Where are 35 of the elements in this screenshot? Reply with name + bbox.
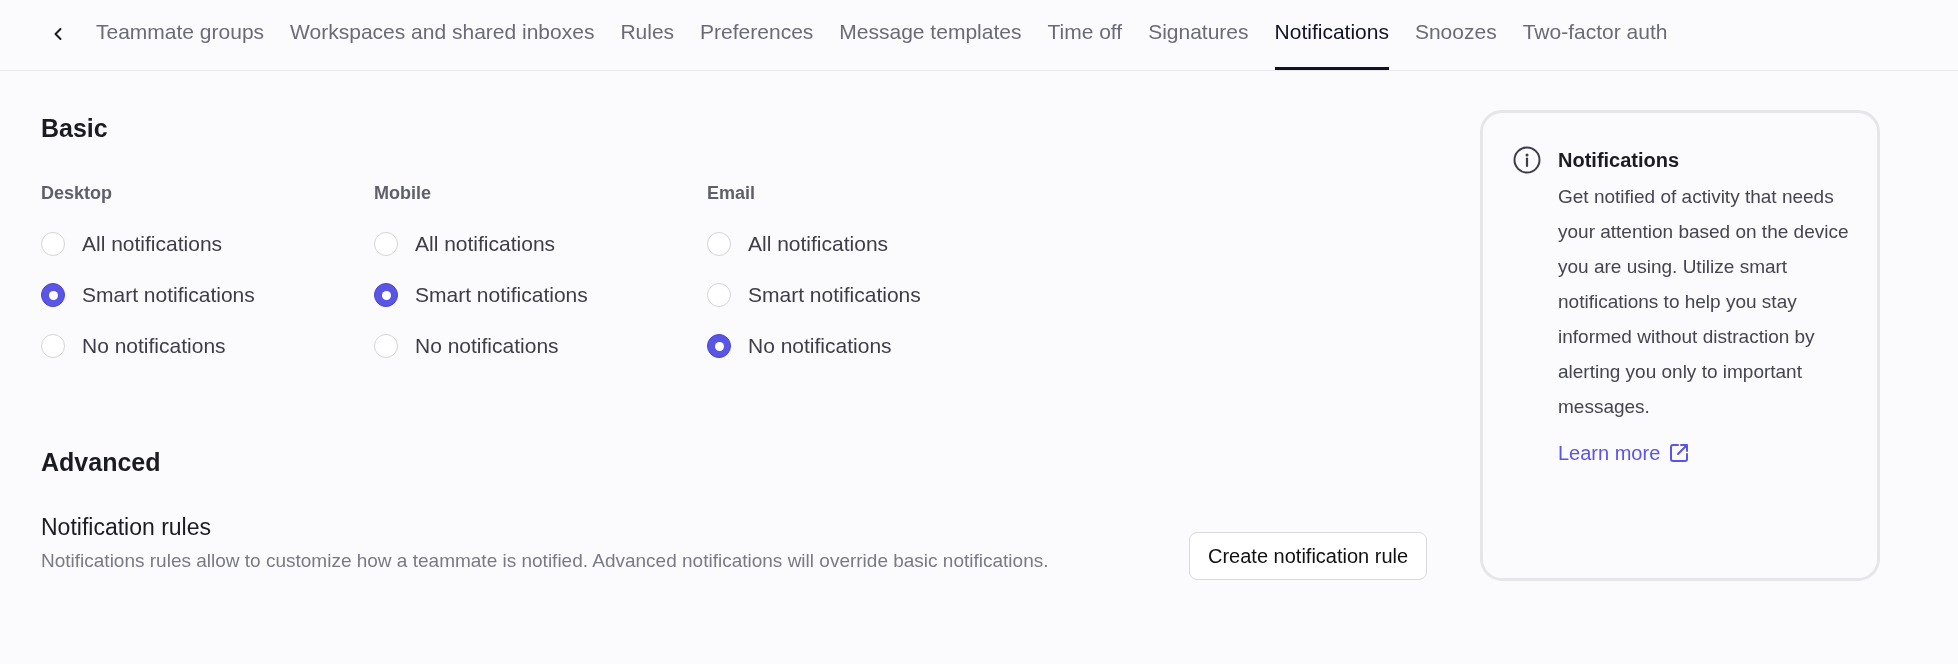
- tab[interactable]: Snoozes: [1414, 15, 1497, 70]
- option-label: Smart notifications: [748, 282, 921, 309]
- option-label: No notifications: [748, 333, 892, 360]
- group-label: Mobile: [374, 181, 432, 205]
- tab[interactable]: Notifications: [1274, 15, 1389, 70]
- card-title: Notifications: [1558, 148, 1680, 173]
- radio-button[interactable]: [41, 283, 65, 307]
- tab[interactable]: Message templates: [839, 15, 1022, 70]
- option-label: No notifications: [82, 333, 226, 360]
- tab[interactable]: Time off: [1047, 15, 1123, 70]
- option-label: Smart notifications: [82, 282, 255, 309]
- radio-button[interactable]: [374, 283, 398, 307]
- section-heading: Basic: [41, 113, 109, 144]
- tab[interactable]: Rules: [620, 15, 675, 70]
- option-label: No notifications: [415, 333, 559, 360]
- tab[interactable]: Teammate groups: [96, 15, 265, 70]
- card-body: Get notified of activity that needs your attention based on the device you are using. Utilize smart notifications to help you stay informed without distraction by alerting you only to important messages.: [1558, 185, 1850, 419]
- group-label: Desktop: [41, 181, 113, 205]
- create-rule-button[interactable]: Create notification rule: [1189, 532, 1428, 580]
- info-icon: [1513, 146, 1541, 174]
- external-link-icon: [1668, 442, 1691, 464]
- option-label: All notifications: [82, 231, 223, 258]
- option-label: All notifications: [748, 231, 889, 258]
- group-label: Email: [707, 181, 757, 205]
- learn-more-link[interactable]: Learn more: [1558, 438, 1691, 468]
- radio-button[interactable]: [707, 334, 731, 358]
- option-label: All notifications: [415, 231, 556, 258]
- tab[interactable]: Two-factor auth: [1522, 15, 1668, 70]
- tab[interactable]: Preferences: [700, 15, 814, 70]
- option-label: Smart notifications: [415, 282, 588, 309]
- rules-title: Notification rules: [41, 513, 213, 542]
- tab[interactable]: Workspaces and shared inboxes: [290, 15, 595, 70]
- tab[interactable]: Signatures: [1148, 15, 1249, 70]
- rules-description: Notifications rules allow to customize how a teammate is notified. Advanced notifications will override basic notifications.: [41, 548, 1050, 573]
- section-heading: Advanced: [41, 446, 162, 478]
